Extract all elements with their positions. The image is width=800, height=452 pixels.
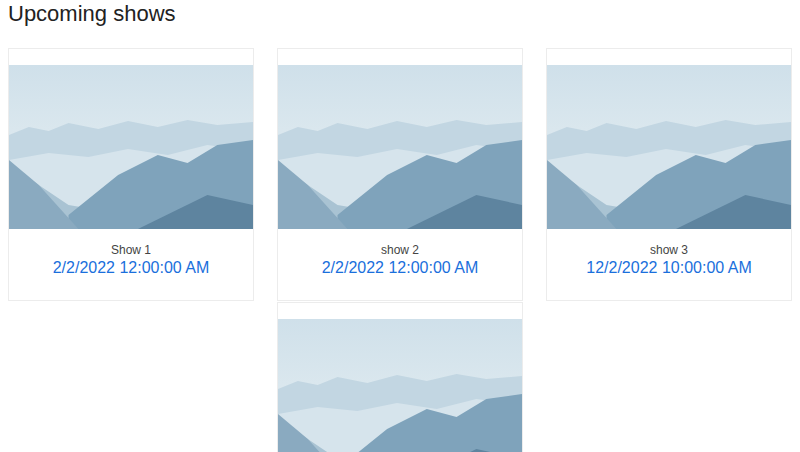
show-info: show 312/2/2022 10:00:00 AM (547, 229, 791, 279)
show-title[interactable]: show 2 (381, 243, 419, 257)
shows-grid: Show 12/2/2022 12:00:00 AMshow 22/2/2022… (8, 48, 792, 452)
show-photo (547, 65, 791, 229)
show-card[interactable] (277, 302, 523, 452)
show-card[interactable]: show 22/2/2022 12:00:00 AM (277, 48, 523, 301)
show-date: 2/2/2022 12:00:00 AM (322, 257, 479, 279)
page: Upcoming showsShow 12/2/2022 12:00:00 AM… (0, 0, 800, 452)
show-photo (9, 65, 253, 229)
show-photo (278, 319, 522, 452)
show-title[interactable]: Show 1 (111, 243, 151, 257)
show-info: Show 12/2/2022 12:00:00 AM (9, 229, 253, 279)
page-title: Upcoming shows (8, 0, 792, 27)
show-card[interactable]: Show 12/2/2022 12:00:00 AM (8, 48, 254, 301)
show-card[interactable]: show 312/2/2022 10:00:00 AM (546, 48, 792, 301)
show-date: 2/2/2022 12:00:00 AM (53, 257, 210, 279)
show-info: show 22/2/2022 12:00:00 AM (278, 229, 522, 279)
show-date: 12/2/2022 10:00:00 AM (586, 257, 751, 279)
show-title[interactable]: show 3 (650, 243, 688, 257)
show-photo (278, 65, 522, 229)
